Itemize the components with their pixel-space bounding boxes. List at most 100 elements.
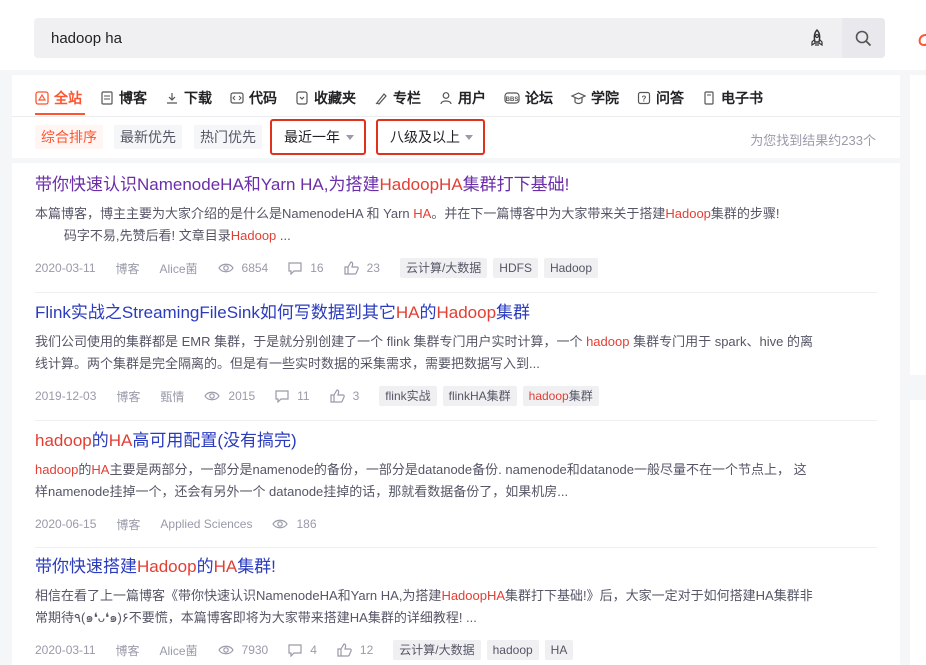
tab-download[interactable]: 下载 [165,87,212,109]
top-bar: hadoop ha [0,0,926,70]
tab-label: 博客 [119,90,147,106]
tab-label: 论坛 [525,90,553,106]
code-icon [230,92,244,104]
tag[interactable]: HDFS [493,258,538,278]
search-button[interactable] [842,18,885,58]
filter-bar: 综合排序 最新优先 热门优先 最近一年 八级及以上 为您找到结果约233个 [12,117,900,158]
level-dropdown[interactable]: 八级及以上 [376,119,485,155]
result-item: hadoop的HA高可用配置(没有搞完) hadoop的HA主要是两部分，一部分… [35,429,877,535]
eye-icon [217,645,234,655]
level-value: 八级及以上 [390,129,460,145]
author-link[interactable]: Alice菌 [160,642,198,659]
tab-label: 收藏夹 [314,90,356,106]
time-range-dropdown[interactable]: 最近一年 [270,119,366,155]
academy-icon [571,92,586,105]
tab-ebook[interactable]: 电子书 [702,87,763,109]
sort-hot-button[interactable]: 热门优先 [194,125,262,149]
tab-all[interactable]: 全站 [35,87,82,109]
likes: 12 [337,643,373,657]
tab-user[interactable]: 用户 [439,87,486,109]
tag[interactable]: HA [544,640,574,660]
publish-date: 2020-03-11 [35,643,96,657]
eye-icon [217,263,234,273]
tag[interactable]: Hadoop [543,258,599,278]
result-snippet: 相信在看了上一篇博客《带你快速认识NamenodeHA和Yarn HA,为搭建H… [35,588,813,625]
tab-column[interactable]: 专栏 [374,87,421,109]
column-icon [375,93,387,105]
author-link[interactable]: Alice菌 [160,260,198,277]
tag[interactable]: 云计算/大数据 [399,258,488,278]
svg-text:BBS: BBS [506,97,519,103]
search-box[interactable]: hadoop ha [34,18,885,58]
eye-icon [204,391,221,401]
favorites-icon [296,91,308,105]
comments: 16 [288,261,324,275]
tab-label: 下载 [184,90,212,106]
tab-label: 用户 [458,90,486,106]
caret-down-icon [346,135,354,140]
forum-icon: BBS [504,92,520,104]
eye-icon [272,519,289,529]
result-meta: 2020-03-11 博客 Alice菌 7930 4 12 云计算/大数据 h… [35,639,877,661]
thumbs-up-icon [343,261,359,275]
result-meta: 2020-06-15 博客 Applied Sciences 186 [35,513,877,535]
publish-date: 2019-12-03 [35,389,97,403]
views: 2015 [204,389,255,403]
content-type: 博客 [116,517,141,532]
tab-favorites[interactable]: 收藏夹 [295,87,356,109]
tab-forum[interactable]: BBS 论坛 [504,87,553,109]
tag[interactable]: hadoop [486,640,539,660]
tag[interactable]: 云计算/大数据 [393,640,481,660]
svg-text:?: ? [642,95,647,104]
site-icon [35,91,49,105]
author-link[interactable]: 甄情 [160,388,184,405]
sort-newest-button[interactable]: 最新优先 [114,125,182,149]
comments: 11 [275,389,310,403]
author-link[interactable]: Applied Sciences [160,517,252,531]
tab-label: 全站 [54,90,82,106]
row-divider [35,292,877,293]
download-icon [167,93,177,104]
row-divider [35,547,877,548]
result-meta: 2020-03-11 博客 Alice菌 6854 16 23 云计算/大数据 … [35,257,877,279]
right-sidebar-lower [910,400,926,665]
likes: 3 [329,389,359,403]
result-item: 带你快速认识NamenodeHA和Yarn HA,为搭建HadoopHA集群打下… [35,173,877,279]
result-count: 为您找到结果约233个 [750,133,876,148]
tag[interactable]: flinkHA集群 [442,386,517,406]
user-icon [440,92,452,105]
views: 7930 [217,643,268,657]
tab-code[interactable]: 代码 [230,87,277,109]
time-range-value: 最近一年 [284,129,340,145]
publish-date: 2020-03-11 [35,261,96,275]
comment-icon [288,261,302,275]
search-icon [855,30,872,47]
tab-label: 问答 [656,90,684,106]
result-title-link[interactable]: hadoop的HA高可用配置(没有搞完) [35,429,877,453]
result-snippet: 我们公司使用的集群都是 EMR 集群，于是就分别创建了一个 flink 集群专门… [35,334,813,371]
content-type: 博客 [115,261,140,276]
result-item: Flink实战之StreamingFileSink如何写数据到其它HA的Hado… [35,301,877,407]
result-title-link[interactable]: Flink实战之StreamingFileSink如何写数据到其它HA的Hado… [35,301,877,325]
result-title-link[interactable]: 带你快速搭建Hadoop的HA集群! [35,555,877,579]
content-type: 博客 [116,389,141,404]
tab-qa[interactable]: ? 问答 [637,87,684,109]
sort-comprehensive-button[interactable]: 综合排序 [35,125,103,149]
tag[interactable]: hadoop集群 [522,386,599,406]
right-sidebar [910,75,926,375]
row-divider [35,420,877,421]
tab-label: 学院 [591,90,619,106]
active-tab-indicator [35,113,85,115]
tab-label: 代码 [249,90,277,106]
tag[interactable]: flink实战 [379,386,437,406]
views: 6854 [217,261,268,275]
search-input[interactable]: hadoop ha [51,30,122,47]
category-tabs: 全站 博客 下载 代码 收藏夹 专栏 用户 BBS 论坛 学院 ? 问答 电子书 [35,87,781,109]
tab-academy[interactable]: 学院 [571,87,619,109]
tab-blog[interactable]: 博客 [100,87,147,109]
rocket-icon[interactable] [807,28,827,48]
result-item: 带你快速搭建Hadoop的HA集群! 相信在看了上一篇博客《带你快速认识Name… [35,555,877,661]
blog-icon [101,91,113,105]
result-title-link[interactable]: 带你快速认识NamenodeHA和Yarn HA,为搭建HadoopHA集群打下… [35,173,877,197]
comment-icon [288,643,302,657]
